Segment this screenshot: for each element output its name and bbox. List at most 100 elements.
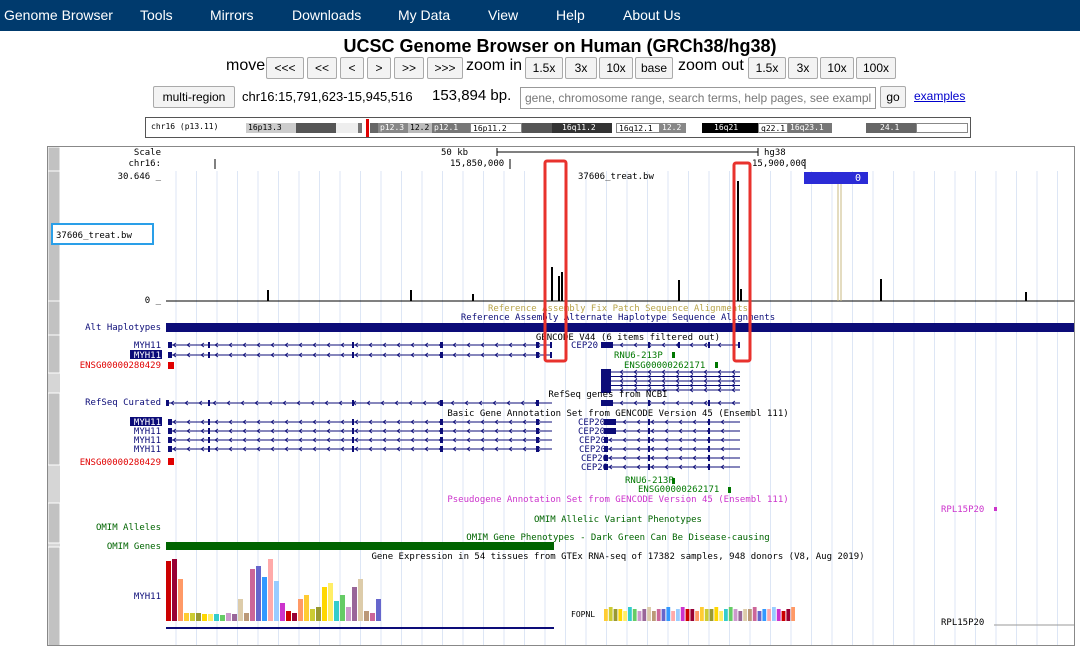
- gtex-bar: [364, 611, 369, 621]
- tracks-canvas[interactable]: Scale chr16: 50 kb hg38 15,850,000 15,90…: [48, 147, 1075, 646]
- gencode-cep20[interactable]: CEP20: [571, 341, 598, 351]
- nav-my-data[interactable]: My Data: [398, 0, 450, 31]
- genome-tracks-panel[interactable]: Scale chr16: 50 kb hg38 15,850,000 15,90…: [47, 146, 1075, 646]
- refseq-cep20-exon: [648, 400, 650, 406]
- nav-genome-browser[interactable]: Genome Browser: [4, 0, 113, 31]
- move-left-button[interactable]: <<: [307, 57, 337, 79]
- gtex-bar: [178, 579, 183, 621]
- go-button[interactable]: go: [880, 86, 906, 108]
- gtex-expression-bars[interactable]: [166, 559, 795, 621]
- gencode-myh11-b-exon: [352, 352, 354, 358]
- gtex-bar-fopnl: [618, 609, 623, 621]
- gencode-rnu6[interactable]: RNU6-213P: [614, 351, 663, 361]
- gencode-ensg-label[interactable]: ENSG00000280429: [80, 361, 161, 371]
- gencode-cep20-exon: [601, 342, 613, 348]
- basic-cep20-exon: [604, 437, 608, 443]
- omim-myh11-bar[interactable]: [166, 542, 554, 550]
- handle-scale[interactable]: [48, 147, 61, 172]
- band-16q21: 16q21: [702, 123, 758, 133]
- band-16q12-1: 16q12.1: [616, 123, 660, 133]
- zoom-out-1-5x-button[interactable]: 1.5x: [748, 57, 786, 79]
- nav-mirrors[interactable]: Mirrors: [210, 0, 254, 31]
- move-small-right-button[interactable]: >: [367, 57, 391, 79]
- gtex-bar-fopnl: [762, 609, 767, 621]
- handle-refseq[interactable]: [48, 392, 61, 466]
- gtex-bar: [298, 599, 303, 621]
- handle-alt-hap[interactable]: [48, 300, 61, 336]
- basic-myh11-exon: [536, 419, 539, 425]
- gtex-bar-fopnl: [738, 611, 743, 621]
- bw-value-text: 0: [855, 173, 861, 184]
- zoom-out-3x-button[interactable]: 3x: [788, 57, 818, 79]
- gtex-title: Gene Expression in 54 tissues from GTEx …: [371, 552, 864, 562]
- gtex-bar-fopnl: [676, 609, 680, 621]
- search-input[interactable]: [520, 87, 876, 109]
- nav-about-us[interactable]: About Us: [623, 0, 681, 31]
- gtex-bar: [256, 566, 261, 621]
- gtex-bar: [190, 613, 195, 621]
- bw-peak: [737, 181, 739, 301]
- move-small-left-button[interactable]: <: [340, 57, 364, 79]
- gtex-bar: [322, 587, 327, 621]
- gtex-bar-fopnl: [647, 607, 651, 621]
- gtex-bar-fopnl: [791, 607, 795, 621]
- zoom-out-100x-button[interactable]: 100x: [856, 57, 896, 79]
- refseq-title: RefSeq genes from NCBI: [548, 390, 667, 400]
- gencode-myh11-b-exon: [168, 352, 172, 358]
- nav-help[interactable]: Help: [556, 0, 585, 31]
- bw-peak: [551, 267, 553, 301]
- basic-myh11-exon: [168, 419, 172, 425]
- band-24-1: 24.1: [866, 123, 916, 133]
- band-light-1: [336, 123, 358, 133]
- gtex-myh11-label[interactable]: MYH11: [134, 592, 161, 602]
- basic-cep20-exon: [708, 428, 710, 434]
- gtex-bar-fopnl: [767, 609, 771, 621]
- gtex-bar-fopnl: [772, 607, 776, 621]
- basic-ensg2[interactable]: ENSG00000262171: [638, 485, 719, 495]
- scale-label: Scale: [134, 148, 161, 158]
- gtex-bar: [232, 614, 237, 621]
- handle-gtex[interactable]: [48, 546, 61, 646]
- gencode-myh11-a-exon: [352, 342, 354, 348]
- gtex-fopnl-label[interactable]: FOPNL: [571, 610, 595, 619]
- band-q22-1: q22.1: [758, 123, 788, 133]
- gtex-bar-fopnl: [671, 611, 675, 621]
- zoom-in-3x-button[interactable]: 3x: [565, 57, 597, 79]
- gtex-rpl-label[interactable]: RPL15P20: [941, 618, 984, 628]
- gtex-bar-fopnl: [652, 611, 656, 621]
- move-far-left-button[interactable]: <<<: [266, 57, 304, 79]
- gencode-myh11-a-exon: [208, 342, 210, 348]
- zoom-out-10x-button[interactable]: 10x: [820, 57, 854, 79]
- gtex-bar-fopnl: [623, 611, 627, 621]
- move-far-right-button[interactable]: >>>: [427, 57, 463, 79]
- nav-tools[interactable]: Tools: [140, 0, 173, 31]
- gtex-bar-fopnl: [628, 607, 632, 621]
- band-dark-1: [296, 123, 336, 133]
- bw-min-label: 0 _: [145, 296, 162, 306]
- gtex-bar-fopnl: [743, 609, 747, 621]
- move-right-button[interactable]: >>: [394, 57, 424, 79]
- gtex-bar: [238, 599, 243, 621]
- handle-omim[interactable]: [48, 502, 61, 544]
- zoom-base-button[interactable]: base: [635, 57, 673, 79]
- basic-cep20-exon: [708, 455, 710, 461]
- alt-hap-bar[interactable]: [166, 323, 1075, 332]
- examples-link[interactable]: examples: [914, 89, 965, 103]
- pseudogene-rpl15p20[interactable]: RPL15P20: [941, 505, 984, 515]
- zoom-in-10x-button[interactable]: 10x: [599, 57, 633, 79]
- gencode-myh11-1[interactable]: MYH11: [134, 341, 161, 351]
- multi-region-button[interactable]: multi-region: [153, 86, 235, 108]
- bw-track-name[interactable]: 37606_treat.bw: [56, 231, 132, 241]
- band-12-2: 12.2: [408, 123, 432, 133]
- gencode-ensg2[interactable]: ENSG00000262171: [624, 361, 705, 371]
- zoom-in-1-5x-button[interactable]: 1.5x: [525, 57, 563, 79]
- nav-downloads[interactable]: Downloads: [292, 0, 361, 31]
- chromosome-ideogram[interactable]: chr16 (p13.11) 16p13.3 p12.3 12.2 p12.1 …: [145, 117, 971, 138]
- bw-track-title: 37606_treat.bw: [578, 172, 654, 182]
- basic-myh11-exon: [440, 446, 443, 452]
- basic-myh11-label: MYH11: [134, 445, 161, 455]
- nav-view[interactable]: View: [488, 0, 518, 31]
- handle-gencode[interactable]: [48, 334, 61, 374]
- basic-ensg-label[interactable]: ENSG00000280429: [80, 458, 161, 468]
- gencode-myh11-2[interactable]: MYH11: [134, 351, 161, 361]
